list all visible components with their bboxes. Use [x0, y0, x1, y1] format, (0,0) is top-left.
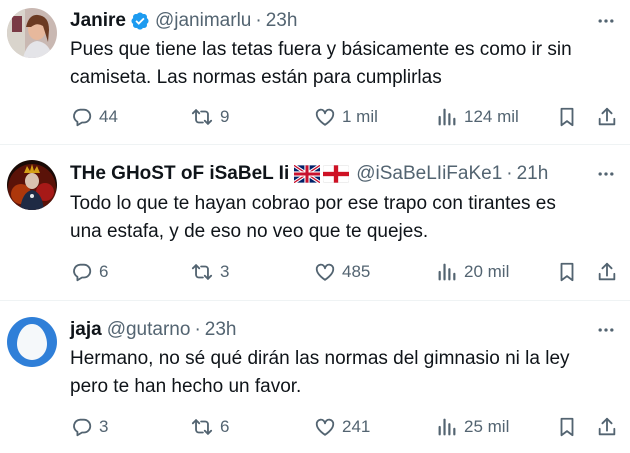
reply-count: 3	[99, 417, 109, 436]
tweet-text-line: camiseta. Las normas están para cumplirl…	[70, 67, 442, 88]
like-button[interactable]: 241	[314, 413, 370, 441]
retweet-count: 3	[220, 262, 230, 281]
reply-button[interactable]: 3	[71, 413, 108, 441]
tweet-text-line: una estafa, y de eso no veo que te queje…	[70, 221, 429, 242]
retweet-count: 9	[220, 107, 230, 126]
avatar[interactable]	[7, 8, 57, 58]
bookmark-icon	[560, 107, 574, 127]
tweet-header: THe GHoST oF iSaBeL Ii @iSaBeLIiFaKe1 · …	[70, 162, 600, 186]
reply-count: 6	[99, 262, 109, 281]
bookmark-button[interactable]	[556, 413, 578, 441]
views-icon	[438, 418, 456, 436]
handle[interactable]: @janimarlu	[155, 9, 251, 33]
tweet-isabel[interactable]: THe GHoST oF iSaBeL Ii @iSaBeLIiFaKe1 · …	[0, 145, 630, 300]
timestamp[interactable]: 23h	[205, 318, 237, 342]
reply-icon	[73, 108, 92, 127]
views-icon	[438, 108, 456, 126]
views-icon	[438, 263, 456, 281]
like-icon	[315, 263, 335, 281]
display-name[interactable]: jaja	[70, 318, 102, 342]
reply-button[interactable]: 6	[71, 258, 108, 286]
reply-icon	[73, 418, 92, 437]
tweet-jaja[interactable]: jaja @gutarno · 23h Hermano, no sé qué d…	[0, 301, 630, 453]
display-name[interactable]: Janire	[70, 9, 126, 33]
share-button[interactable]	[596, 413, 618, 441]
retweet-count: 6	[220, 417, 230, 436]
views-count: 20 mil	[464, 262, 510, 281]
like-icon	[315, 108, 335, 126]
bookmark-icon	[560, 417, 574, 437]
tweet-text: Todo lo que te hayan cobrao por ese trap…	[70, 190, 616, 246]
retweet-icon	[191, 109, 213, 125]
handle[interactable]: @iSaBeLIiFaKe1	[356, 162, 502, 186]
handle[interactable]: @gutarno	[107, 318, 191, 342]
tweet-header: Janire @janimarlu · 23h	[70, 9, 600, 33]
timestamp[interactable]: 23h	[266, 9, 298, 33]
reply-icon	[73, 263, 92, 282]
timestamp[interactable]: 21h	[517, 162, 549, 186]
action-bar: 44 9 1 mil 124 mil	[66, 103, 620, 131]
tweet-text: Hermano, no sé qué dirán las normas del …	[70, 345, 616, 401]
bookmark-button[interactable]	[556, 258, 578, 286]
like-count: 485	[342, 262, 371, 281]
like-count: 241	[342, 417, 371, 436]
retweet-button[interactable]: 3	[190, 258, 229, 286]
tweet-janire[interactable]: Janire @janimarlu · 23h Pues que tiene l…	[0, 0, 630, 144]
share-button[interactable]	[596, 258, 618, 286]
tweet-text-line: Todo lo que te hayan cobrao por ese trap…	[70, 193, 556, 214]
retweet-button[interactable]: 9	[190, 103, 229, 131]
verified-badge-icon	[130, 11, 150, 31]
action-bar: 3 6 241 25 mil	[66, 413, 620, 441]
more-icon[interactable]	[594, 9, 618, 33]
views-count: 25 mil	[464, 417, 510, 436]
share-icon	[598, 262, 616, 281]
action-bar: 6 3 485 20 mil	[66, 258, 620, 286]
like-button[interactable]: 1 mil	[314, 103, 378, 131]
retweet-icon	[191, 419, 213, 435]
tweet-text-line: Hermano, no sé qué dirán las normas del …	[70, 348, 570, 369]
retweet-button[interactable]: 6	[190, 413, 229, 441]
reply-button[interactable]: 44	[71, 103, 118, 131]
views-button[interactable]: 25 mil	[436, 413, 509, 441]
avatar-image	[7, 160, 57, 210]
avatar[interactable]	[7, 160, 57, 210]
bookmark-button[interactable]	[556, 103, 578, 131]
views-count: 124 mil	[464, 107, 519, 126]
like-button[interactable]: 485	[314, 258, 370, 286]
tweet-header: jaja @gutarno · 23h	[70, 318, 600, 342]
avatar[interactable]	[7, 317, 57, 367]
more-icon[interactable]	[594, 318, 618, 342]
avatar-image	[7, 317, 57, 367]
separator-dot: ·	[194, 319, 201, 340]
england-flag-icon	[323, 165, 350, 183]
display-name[interactable]: THe GHoST oF iSaBeL Ii	[70, 162, 289, 186]
share-icon	[598, 417, 616, 436]
tweet-text-line: Pues que tiene las tetas fuera y básicam…	[70, 39, 572, 60]
separator-dot: ·	[506, 163, 513, 184]
avatar-image	[7, 8, 57, 58]
retweet-icon	[191, 264, 213, 280]
tweet-text-line: pero te han hecho un favor.	[70, 376, 302, 397]
more-icon[interactable]	[594, 162, 618, 186]
share-button[interactable]	[596, 103, 618, 131]
tweet-text: Pues que tiene las tetas fuera y básicam…	[70, 36, 616, 92]
views-button[interactable]: 20 mil	[436, 258, 509, 286]
views-button[interactable]: 124 mil	[436, 103, 519, 131]
share-icon	[598, 107, 616, 126]
uk-flag-icon	[294, 165, 321, 183]
bookmark-icon	[560, 262, 574, 282]
reply-count: 44	[99, 107, 118, 126]
like-icon	[315, 418, 335, 436]
like-count: 1 mil	[342, 107, 378, 126]
separator-dot: ·	[255, 10, 262, 31]
